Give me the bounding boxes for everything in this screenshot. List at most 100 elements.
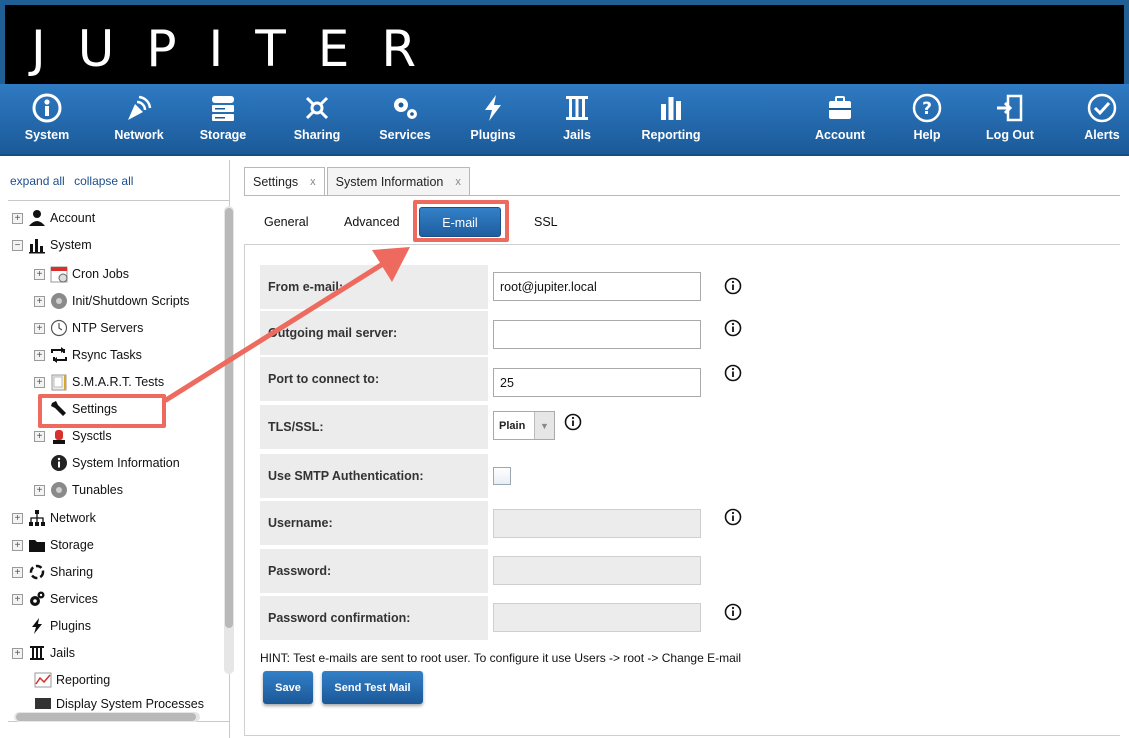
- expand-toggle[interactable]: +: [12, 647, 23, 659]
- scroll-thumb[interactable]: [225, 208, 233, 628]
- help-info-icon[interactable]: [724, 364, 742, 382]
- tree-item-services[interactable]: + Services: [12, 586, 98, 612]
- expand-toggle[interactable]: +: [12, 593, 23, 605]
- tls-select[interactable]: Plain ▼: [493, 411, 555, 440]
- tree-item-account[interactable]: + Account: [12, 205, 95, 231]
- sharing-icon: [29, 564, 45, 580]
- tree-item-label: Cron Jobs: [72, 267, 129, 281]
- nav-logout[interactable]: Log Out: [973, 92, 1047, 150]
- nav-jails[interactable]: Jails: [540, 92, 614, 150]
- tree-item-jails[interactable]: + Jails: [12, 640, 75, 666]
- help-info-icon[interactable]: [724, 603, 742, 621]
- collapse-toggle[interactable]: −: [12, 239, 23, 251]
- close-icon[interactable]: x: [455, 176, 461, 188]
- tree-item-label: Jails: [50, 646, 76, 660]
- password-label: Password:: [260, 549, 488, 593]
- expand-toggle[interactable]: +: [12, 566, 23, 578]
- nav-reporting[interactable]: Reporting: [634, 92, 708, 150]
- tab-system-information[interactable]: System Information x: [326, 167, 470, 195]
- tree-item-label: Display System Processes: [56, 697, 204, 711]
- nav-sharing[interactable]: Sharing: [280, 92, 354, 150]
- nav-services[interactable]: Services: [368, 92, 442, 150]
- tls-label: TLS/SSL:: [260, 405, 488, 449]
- svg-text:?: ?: [922, 99, 932, 119]
- subtab-ssl[interactable]: SSL: [534, 207, 558, 237]
- tree-item-system[interactable]: − System: [12, 232, 92, 258]
- tree-item-ntp-servers[interactable]: + NTP Servers: [34, 315, 143, 341]
- port-field[interactable]: 25: [493, 368, 701, 397]
- hint-text: HINT: Test e-mails are sent to root user…: [260, 651, 742, 665]
- help-info-icon[interactable]: [724, 319, 742, 337]
- nav-label: Jails: [563, 128, 591, 142]
- subtab-advanced[interactable]: Advanced: [344, 207, 400, 237]
- expand-toggle[interactable]: +: [12, 212, 23, 224]
- tree-item-tunables[interactable]: + Tunables: [34, 477, 123, 503]
- expand-toggle[interactable]: +: [34, 322, 45, 334]
- tree-item-system-information[interactable]: System Information: [34, 450, 180, 476]
- nav-storage[interactable]: Storage: [186, 92, 260, 150]
- nav-alerts[interactable]: Alerts: [1065, 92, 1129, 150]
- expand-all-link[interactable]: expand all: [10, 174, 65, 188]
- tree-item-cron-jobs[interactable]: + Cron Jobs: [34, 261, 129, 287]
- sidebar-vertical-scrollbar[interactable]: [224, 206, 234, 674]
- tab-label: Settings: [253, 174, 299, 189]
- help-info-icon[interactable]: [564, 413, 582, 431]
- network-icon: [29, 510, 45, 526]
- tree-item-reporting[interactable]: Reporting: [34, 667, 110, 693]
- nav-tree: + Account − System + Cron Jobs + Init/Shutdo…: [8, 200, 230, 722]
- expand-toggle[interactable]: +: [34, 376, 45, 388]
- help-info-icon[interactable]: [724, 508, 742, 526]
- expand-toggle[interactable]: +: [34, 268, 45, 280]
- disc-icon: [51, 482, 67, 498]
- subtab-general[interactable]: General: [264, 207, 308, 237]
- check-circle-icon: [1087, 93, 1117, 123]
- close-icon[interactable]: x: [310, 176, 316, 188]
- tree-item-plugins[interactable]: Plugins: [12, 613, 91, 639]
- password-confirm-label: Password confirmation:: [260, 596, 488, 640]
- tree-item-storage[interactable]: + Storage: [12, 532, 94, 558]
- tab-settings[interactable]: Settings x: [244, 167, 325, 195]
- expand-toggle[interactable]: +: [12, 512, 23, 524]
- account-icon: [829, 96, 851, 119]
- tree-item-label: System: [50, 238, 92, 252]
- nav-plugins[interactable]: Plugins: [456, 92, 530, 150]
- tree-item-smart-tests[interactable]: + S.M.A.R.T. Tests: [34, 369, 164, 395]
- outgoing-server-field[interactable]: [493, 320, 701, 349]
- expand-toggle[interactable]: +: [34, 430, 45, 442]
- drive-icon: [51, 374, 67, 391]
- tree-item-network[interactable]: + Network: [12, 505, 96, 531]
- help-info-icon[interactable]: [724, 277, 742, 295]
- scroll-thumb[interactable]: [16, 713, 196, 721]
- disc-icon: [51, 293, 67, 309]
- tree-item-display-processes[interactable]: Display System Processes: [34, 694, 204, 714]
- nav-help[interactable]: ? Help: [890, 92, 964, 150]
- expand-toggle[interactable]: +: [34, 484, 45, 496]
- sidebar-horizontal-scrollbar[interactable]: [14, 712, 200, 722]
- tab-divider: [244, 195, 1120, 196]
- sidebar: expand all collapse all + Account − System…: [8, 160, 234, 738]
- save-button[interactable]: Save: [263, 671, 313, 704]
- nav-label: Plugins: [470, 128, 516, 142]
- tree-item-rsync-tasks[interactable]: + Rsync Tasks: [34, 342, 142, 368]
- expand-toggle[interactable]: +: [12, 539, 23, 551]
- collapse-all-link[interactable]: collapse all: [74, 174, 133, 188]
- tree-item-init-scripts[interactable]: + Init/Shutdown Scripts: [34, 288, 189, 314]
- tls-selected-value: Plain: [499, 419, 526, 432]
- expand-toggle[interactable]: +: [34, 295, 45, 307]
- tab-label: System Information: [335, 174, 444, 189]
- gears-icon: [394, 98, 417, 119]
- jail-bars-icon: [566, 96, 588, 120]
- nav-account[interactable]: Account: [803, 92, 877, 150]
- app-logo: JUPITER: [31, 20, 449, 78]
- chevron-down-icon[interactable]: ▼: [534, 412, 554, 439]
- calendar-icon: [50, 266, 68, 283]
- from-email-field[interactable]: root@jupiter.local: [493, 272, 701, 301]
- send-test-mail-button[interactable]: Send Test Mail: [322, 671, 423, 704]
- smtp-auth-checkbox[interactable]: [493, 467, 511, 485]
- expand-toggle[interactable]: +: [34, 349, 45, 361]
- tree-item-sharing[interactable]: + Sharing: [12, 559, 93, 585]
- nav-system[interactable]: System: [10, 92, 84, 150]
- tree-item-label: Sharing: [50, 565, 94, 579]
- tree-item-label: Reporting: [56, 673, 111, 687]
- nav-network[interactable]: Network: [102, 92, 176, 150]
